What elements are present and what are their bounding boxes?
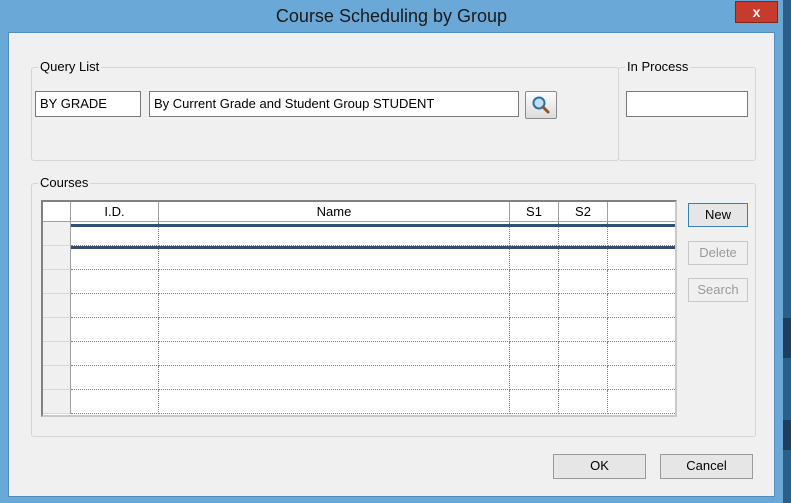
grid-cell[interactable] [510,390,559,414]
row-selector[interactable] [43,342,71,366]
row-selector[interactable] [43,270,71,294]
grid-cell[interactable] [159,246,510,270]
ok-button[interactable]: OK [553,454,646,479]
courses-grid[interactable]: I.D. Name S1 S2 [41,200,677,417]
grid-corner-header [43,202,71,222]
grid-cell[interactable] [559,294,608,318]
column-header-name[interactable]: Name [159,202,510,222]
grid-cell[interactable] [159,390,510,414]
row-selector[interactable] [43,318,71,342]
grid-cell[interactable] [71,366,159,390]
query-search-button[interactable] [525,91,557,119]
new-course-button[interactable]: New [688,203,748,227]
grid-cell[interactable] [71,390,159,414]
grid-cell[interactable] [559,318,608,342]
background-window-edge-chunk [783,420,791,450]
query-list-legend: Query List [38,59,102,75]
grid-cell[interactable] [71,294,159,318]
row-selector[interactable] [43,222,71,246]
row-selector[interactable] [43,294,71,318]
window-title: Course Scheduling by Group [275,6,508,26]
current-row-bottom-marker [71,246,675,249]
in-process-legend: In Process [625,59,691,75]
column-header-s1[interactable]: S1 [510,202,559,222]
grid-cell[interactable] [510,270,559,294]
grid-cell[interactable] [71,246,159,270]
column-header-s2[interactable]: S2 [559,202,608,222]
query-code-field[interactable]: BY GRADE [35,91,141,117]
grid-cell[interactable] [559,342,608,366]
grid-cell[interactable] [559,390,608,414]
grid-cell[interactable] [510,342,559,366]
grid-cell[interactable] [159,294,510,318]
grid-cell[interactable] [608,390,675,414]
grid-cell[interactable] [608,294,675,318]
grid-cell[interactable] [559,270,608,294]
in-process-field [626,91,748,117]
grid-cell[interactable] [159,366,510,390]
grid-cell[interactable] [159,270,510,294]
courses-legend: Courses [38,175,91,191]
row-selector[interactable] [43,246,71,270]
grid-cell[interactable] [159,342,510,366]
title-bar[interactable]: Course Scheduling by Group x [0,0,783,32]
delete-course-button[interactable]: Delete [688,241,748,265]
grid-cell[interactable] [71,342,159,366]
grid-cell[interactable] [71,318,159,342]
grid-cell[interactable] [510,246,559,270]
grid-cell[interactable] [559,246,608,270]
background-window-edge-chunk [783,318,791,358]
grid-cell[interactable] [510,366,559,390]
row-selector[interactable] [43,390,71,414]
grid-cell[interactable] [510,318,559,342]
grid-cell[interactable] [510,294,559,318]
cancel-button[interactable]: Cancel [660,454,753,479]
grid-cell[interactable] [608,342,675,366]
grid-cell[interactable] [608,246,675,270]
grid-cell[interactable] [159,318,510,342]
grid-cell[interactable] [608,366,675,390]
grid-cell[interactable] [608,318,675,342]
column-header-id[interactable]: I.D. [71,202,159,222]
background-window-edge [783,0,791,503]
query-description-field[interactable]: By Current Grade and Student Group STUDE… [149,91,519,117]
current-row-top-marker [71,224,675,227]
magnifier-icon [532,96,550,114]
grid-cell[interactable] [608,270,675,294]
grid-cell[interactable] [559,366,608,390]
close-button[interactable]: x [735,1,778,23]
column-header-extra[interactable] [608,202,675,222]
grid-cell[interactable] [71,270,159,294]
search-course-button[interactable]: Search [688,278,748,302]
row-selector[interactable] [43,366,71,390]
